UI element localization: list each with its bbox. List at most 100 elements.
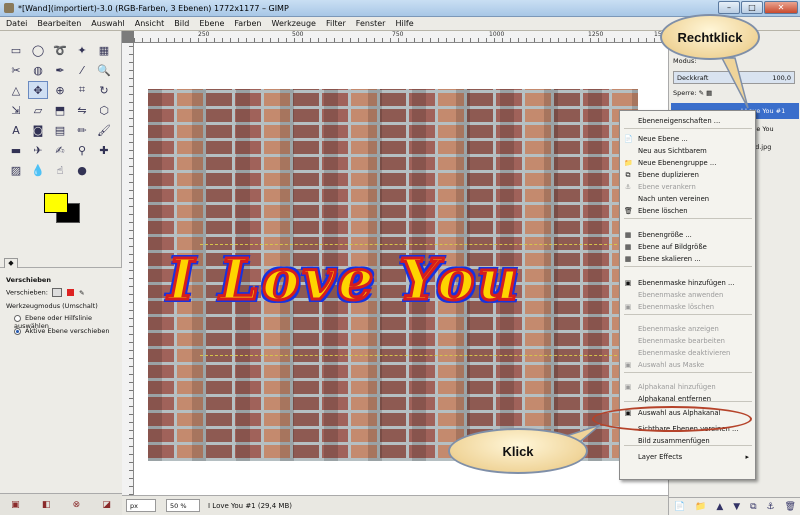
ink-tool-icon[interactable]: ✍ (50, 141, 70, 159)
tool-grid: ▭ ◯ ➰ ✦ ▦ ✂ ◍ ✒ ⁄ 🔍 △ ✥ ⊕ ⌗ ↻ ⇲ ▱ ⬒ ⇋ ⬡ … (6, 41, 116, 181)
menu-filter[interactable]: Filter (326, 19, 346, 28)
dodge-burn-tool-icon[interactable]: ● (72, 161, 92, 179)
context-menu-item[interactable]: Bild zusammenfügen (620, 435, 755, 447)
scissors-tool-icon[interactable]: ✂ (6, 61, 26, 79)
context-menu-item[interactable]: 🗑 Ebene löschen (620, 205, 755, 217)
lock-pixels-icon[interactable]: ✎ (699, 89, 704, 97)
new-group-icon[interactable]: 📁 (695, 502, 706, 512)
color-picker-tool-icon[interactable]: ⁄ (72, 61, 92, 79)
context-menu-item[interactable]: 📁 Neue Ebenengruppe ... (620, 157, 755, 169)
option-active-layer[interactable]: Aktive Ebene verschieben (14, 327, 110, 335)
shear-tool-icon[interactable]: ▱ (28, 101, 48, 119)
canvas-area[interactable]: 250 500 750 1000 1250 1500 I Love You (122, 31, 669, 495)
move-tool-icon[interactable]: ✥ (28, 81, 48, 99)
opacity-field[interactable]: Deckkraft 100,0 (673, 71, 795, 84)
lower-layer-icon[interactable]: ▼ (733, 502, 740, 512)
perspective-clone-tool-icon[interactable]: ▨ (6, 161, 26, 179)
context-menu-item[interactable]: ▣ Auswahl aus Maske (620, 359, 755, 371)
fg-bg-colors[interactable] (44, 193, 84, 227)
color-select-tool-icon[interactable]: ▦ (94, 41, 114, 59)
close-button[interactable]: ✕ (764, 1, 798, 14)
menu-fenster[interactable]: Fenster (356, 19, 386, 28)
zoom-tool-icon[interactable]: 🔍 (94, 61, 114, 79)
unit-select[interactable]: px (126, 499, 156, 512)
context-menu-item[interactable]: ▦ Ebene skalieren ... (620, 253, 755, 265)
move-path-icon[interactable]: ✎ (79, 289, 84, 297)
text-tool-icon[interactable]: A (6, 121, 26, 139)
menu-farben[interactable]: Farben (234, 19, 261, 28)
reset-options-icon[interactable]: ◪ (102, 500, 111, 510)
menu-bearbeiten[interactable]: Bearbeiten (37, 19, 81, 28)
blend-tool-icon[interactable]: ▤ (50, 121, 70, 139)
menu-ebene[interactable]: Ebene (199, 19, 224, 28)
context-menu-item[interactable]: Layer Effects ▸ (620, 451, 755, 463)
context-menu-item[interactable]: Ebeneneigenschaften ... (620, 115, 755, 127)
context-menu-item[interactable]: ⚓ Ebene verankern (620, 181, 755, 193)
menu-hilfe[interactable]: Hilfe (395, 19, 413, 28)
airbrush-tool-icon[interactable]: ✈ (28, 141, 48, 159)
context-menu-item[interactable]: Nach unten vereinen (620, 193, 755, 205)
context-menu-item[interactable]: ▣ Ebenenmaske löschen (620, 301, 755, 313)
context-menu-item[interactable]: ▣ Alphakanal hinzufügen (620, 381, 755, 393)
align-tool-icon[interactable]: ⊕ (50, 81, 70, 99)
flip-tool-icon[interactable]: ⇋ (72, 101, 92, 119)
foreground-color-swatch[interactable] (44, 193, 68, 213)
eraser-tool-icon[interactable]: ▬ (6, 141, 26, 159)
foreground-select-tool-icon[interactable]: ◍ (28, 61, 48, 79)
love-text-layer: I Love You (166, 246, 522, 315)
context-menu-item[interactable]: Neu aus Sichtbarem (620, 145, 755, 157)
context-menu-item[interactable]: ▣ Ebenenmaske hinzufügen ... (620, 277, 755, 289)
clone-tool-icon[interactable]: ⚲ (72, 141, 92, 159)
cage-tool-icon[interactable]: ⬡ (94, 101, 114, 119)
delete-options-icon[interactable]: ⊗ (73, 500, 81, 510)
lock-alpha-icon[interactable]: ▦ (706, 89, 712, 97)
restore-options-icon[interactable]: ◧ (42, 500, 51, 510)
move-layer-icon[interactable] (52, 288, 63, 297)
context-menu-item[interactable]: ▦ Ebenengröße ... (620, 229, 755, 241)
delete-layer-icon[interactable]: 🗑 (784, 502, 795, 512)
paths-tool-icon[interactable]: ✒ (50, 61, 70, 79)
maximize-button[interactable]: □ (741, 1, 763, 14)
zoom-select[interactable]: 50 % (166, 499, 200, 512)
radio-pick-layer[interactable] (14, 314, 21, 322)
scale-tool-icon[interactable]: ⇲ (6, 101, 26, 119)
raise-layer-icon[interactable]: ▲ (716, 502, 723, 512)
duplicate-layer-icon[interactable]: ⧉ (750, 502, 756, 512)
rect-select-tool-icon[interactable]: ▭ (6, 41, 26, 59)
context-menu-item[interactable]: 📄 Neue Ebene ... (620, 133, 755, 145)
context-menu-item[interactable]: Alphakanal entfernen (620, 393, 755, 405)
measure-tool-icon[interactable]: △ (6, 81, 26, 99)
context-menu-item[interactable]: Ebenenmaske bearbeiten (620, 335, 755, 347)
context-menu-item[interactable]: Ebenenmaske anwenden (620, 289, 755, 301)
menu-bild[interactable]: Bild (174, 19, 189, 28)
rotate-tool-icon[interactable]: ↻ (94, 81, 114, 99)
radio-active-layer[interactable] (14, 327, 21, 335)
menu-datei[interactable]: Datei (6, 19, 27, 28)
smudge-tool-icon[interactable]: ☝ (50, 161, 70, 179)
paintbrush-tool-icon[interactable]: 🖌 (94, 121, 114, 139)
perspective-tool-icon[interactable]: ⬒ (50, 101, 70, 119)
context-menu-item[interactable]: ⧉ Ebene duplizieren (620, 169, 755, 181)
fuzzy-select-tool-icon[interactable]: ✦ (72, 41, 92, 59)
menu-werkzeuge[interactable]: Werkzeuge (272, 19, 316, 28)
horizontal-ruler[interactable]: 250 500 750 1000 1250 1500 (134, 31, 669, 43)
tool-options-tab[interactable]: ◆ (4, 258, 18, 268)
blur-tool-icon[interactable]: 💧 (28, 161, 48, 179)
context-menu-item[interactable]: ▦ Ebene auf Bildgröße (620, 241, 755, 253)
ellipse-select-tool-icon[interactable]: ◯ (28, 41, 48, 59)
menu-ansicht[interactable]: Ansicht (135, 19, 165, 28)
free-select-tool-icon[interactable]: ➰ (50, 41, 70, 59)
menu-auswahl[interactable]: Auswahl (91, 19, 124, 28)
minimize-button[interactable]: – (718, 1, 740, 14)
vertical-ruler[interactable] (122, 43, 134, 495)
move-selection-icon[interactable] (67, 289, 75, 296)
context-menu-item[interactable]: Ebenenmaske anzeigen (620, 323, 755, 335)
crop-tool-icon[interactable]: ⌗ (72, 81, 92, 99)
new-layer-icon[interactable]: 📄 (674, 502, 685, 512)
heal-tool-icon[interactable]: ✚ (94, 141, 114, 159)
bucket-fill-tool-icon[interactable]: ◙ (28, 121, 48, 139)
pencil-tool-icon[interactable]: ✏ (72, 121, 92, 139)
context-menu-item[interactable]: Ebenenmaske deaktivieren (620, 347, 755, 359)
anchor-layer-icon[interactable]: ⚓ (766, 502, 774, 512)
save-options-icon[interactable]: ▣ (11, 500, 20, 510)
